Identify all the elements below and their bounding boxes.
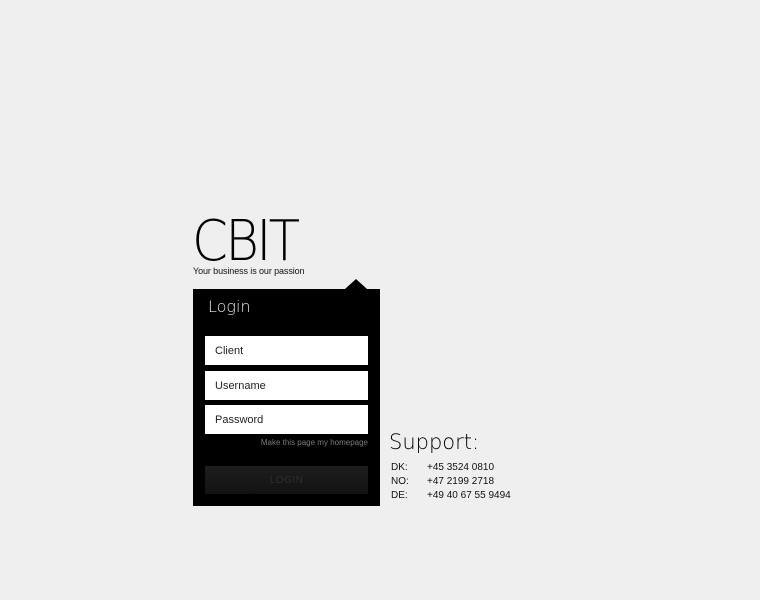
username-input[interactable]: [205, 371, 368, 400]
phone-country: DE:: [391, 490, 408, 501]
phone-number: +49 40 67 55 9494: [427, 490, 511, 501]
phone-number: +47 2199 2718: [427, 476, 495, 487]
phone-country: NO:: [391, 476, 409, 487]
client-input[interactable]: [205, 336, 368, 365]
phone-number: +45 3524 0810: [427, 462, 495, 473]
logo-tagline: Your business is our passion: [193, 266, 305, 276]
phone-row-dk: DK: +45 3524 0810: [389, 461, 529, 475]
support-section: Support: DK: +45 3524 0810 NO: +47 2199 …: [389, 428, 529, 503]
login-title: Login: [208, 297, 251, 316]
login-panel: Login Make this page my homepage LOGIN: [193, 289, 380, 506]
panel-notch: [345, 279, 367, 289]
password-input[interactable]: [205, 405, 368, 434]
phone-row-no: NO: +47 2199 2718: [389, 475, 529, 489]
login-button[interactable]: LOGIN: [205, 466, 368, 494]
phone-country: DK:: [391, 462, 408, 473]
cbit-logo: CBIT Your business is our passion: [192, 214, 312, 278]
phone-row-de: DE: +49 40 67 55 9494: [389, 489, 529, 503]
logo-wordmark: CBIT: [192, 209, 300, 274]
make-homepage-link[interactable]: Make this page my homepage: [261, 438, 368, 447]
support-title: Support:: [389, 430, 480, 454]
